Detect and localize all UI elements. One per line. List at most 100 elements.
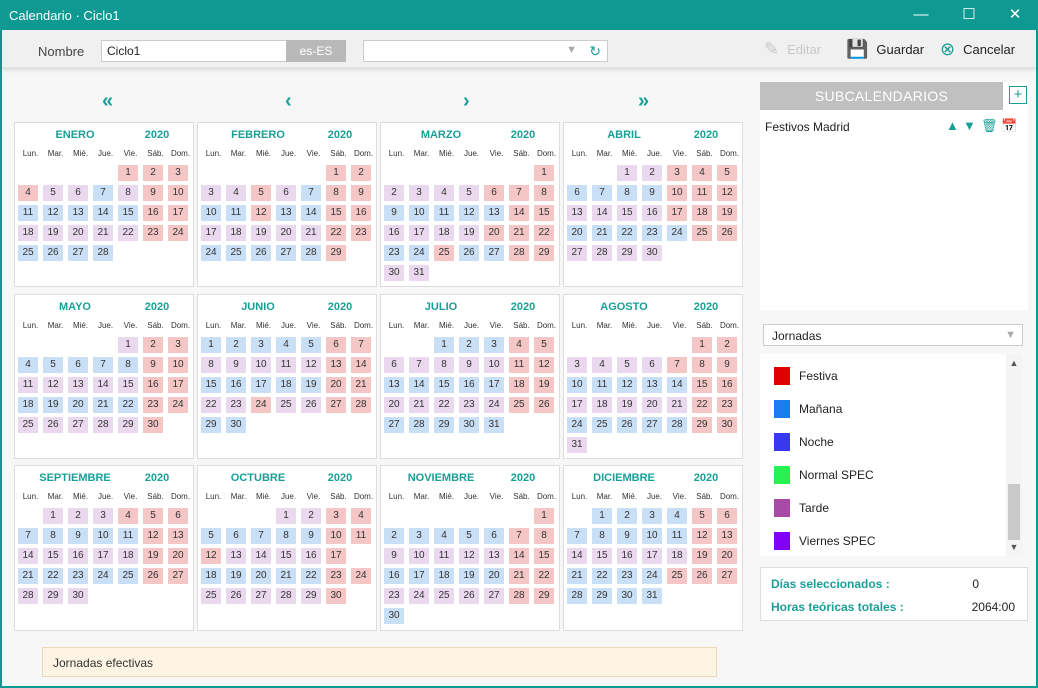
day-cell[interactable]: 4 <box>434 185 454 201</box>
day-cell[interactable]: 4 <box>118 508 138 524</box>
day-cell[interactable]: 12 <box>43 205 63 221</box>
day-cell[interactable]: 14 <box>251 548 271 564</box>
day-cell[interactable]: 17 <box>484 377 504 393</box>
cancelar-button[interactable]: ⊗ Cancelar <box>940 36 1015 62</box>
day-cell[interactable]: 15 <box>434 377 454 393</box>
scroll-up-icon[interactable]: ▲ <box>1006 358 1022 368</box>
day-cell[interactable]: 10 <box>201 205 221 221</box>
day-cell[interactable]: 17 <box>409 225 429 241</box>
day-cell[interactable]: 8 <box>118 185 138 201</box>
day-cell[interactable]: 12 <box>251 205 271 221</box>
day-cell[interactable]: 25 <box>434 588 454 604</box>
move-down-icon[interactable]: ▼ <box>963 118 976 133</box>
day-cell[interactable]: 13 <box>226 548 246 564</box>
day-cell[interactable]: 14 <box>18 548 38 564</box>
day-cell[interactable]: 12 <box>459 548 479 564</box>
jornada-item[interactable]: Festiva <box>774 366 838 386</box>
day-cell[interactable]: 24 <box>168 397 188 413</box>
day-cell[interactable]: 26 <box>534 397 554 413</box>
day-cell[interactable]: 3 <box>251 337 271 353</box>
day-cell[interactable]: 25 <box>434 245 454 261</box>
day-cell[interactable]: 5 <box>43 357 63 373</box>
day-cell[interactable]: 14 <box>567 548 587 564</box>
day-cell[interactable]: 20 <box>642 397 662 413</box>
day-cell[interactable]: 7 <box>93 357 113 373</box>
day-cell[interactable]: 9 <box>226 357 246 373</box>
day-cell[interactable]: 12 <box>717 185 737 201</box>
day-cell[interactable]: 5 <box>301 337 321 353</box>
day-cell[interactable]: 9 <box>717 357 737 373</box>
day-cell[interactable]: 27 <box>276 245 296 261</box>
day-cell[interactable]: 5 <box>692 508 712 524</box>
day-cell[interactable]: 23 <box>143 225 163 241</box>
day-cell[interactable]: 21 <box>301 225 321 241</box>
day-cell[interactable]: 30 <box>384 608 404 624</box>
day-cell[interactable]: 8 <box>534 185 554 201</box>
day-cell[interactable]: 27 <box>384 417 404 433</box>
day-cell[interactable]: 8 <box>692 357 712 373</box>
day-cell[interactable]: 19 <box>301 377 321 393</box>
day-cell[interactable]: 22 <box>118 225 138 241</box>
day-cell[interactable]: 29 <box>118 417 138 433</box>
day-cell[interactable]: 26 <box>301 397 321 413</box>
day-cell[interactable]: 17 <box>251 377 271 393</box>
day-cell[interactable]: 21 <box>18 568 38 584</box>
day-cell[interactable]: 5 <box>201 528 221 544</box>
day-cell[interactable]: 24 <box>642 568 662 584</box>
day-cell[interactable]: 25 <box>18 417 38 433</box>
day-cell[interactable]: 19 <box>43 225 63 241</box>
day-cell[interactable]: 26 <box>43 417 63 433</box>
day-cell[interactable]: 21 <box>93 397 113 413</box>
day-cell[interactable]: 9 <box>384 205 404 221</box>
day-cell[interactable]: 26 <box>143 568 163 584</box>
day-cell[interactable]: 19 <box>459 568 479 584</box>
day-cell[interactable]: 3 <box>93 508 113 524</box>
day-cell[interactable]: 30 <box>459 417 479 433</box>
day-cell[interactable]: 15 <box>326 205 346 221</box>
jornada-item[interactable]: Normal SPEC <box>774 465 874 485</box>
scroll-down-icon[interactable]: ▼ <box>1006 542 1022 552</box>
day-cell[interactable]: 19 <box>43 397 63 413</box>
day-cell[interactable]: 7 <box>509 185 529 201</box>
day-cell[interactable]: 29 <box>692 417 712 433</box>
day-cell[interactable]: 23 <box>459 397 479 413</box>
day-cell[interactable]: 9 <box>642 185 662 201</box>
day-cell[interactable]: 26 <box>617 417 637 433</box>
day-cell[interactable]: 1 <box>118 337 138 353</box>
day-cell[interactable]: 13 <box>484 548 504 564</box>
jornada-item[interactable]: Viernes SPEC <box>774 531 875 551</box>
day-cell[interactable]: 16 <box>143 205 163 221</box>
day-cell[interactable]: 12 <box>143 528 163 544</box>
first-year-button[interactable]: « <box>102 90 113 113</box>
day-cell[interactable]: 8 <box>434 357 454 373</box>
day-cell[interactable]: 4 <box>434 528 454 544</box>
day-cell[interactable]: 13 <box>717 528 737 544</box>
day-cell[interactable]: 9 <box>384 548 404 564</box>
day-cell[interactable]: 8 <box>201 357 221 373</box>
day-cell[interactable]: 8 <box>276 528 296 544</box>
day-cell[interactable]: 16 <box>384 568 404 584</box>
day-cell[interactable]: 16 <box>301 548 321 564</box>
day-cell[interactable]: 22 <box>534 225 554 241</box>
jornada-item[interactable]: Mañana <box>774 399 842 419</box>
day-cell[interactable]: 12 <box>201 548 221 564</box>
day-cell[interactable]: 24 <box>667 225 687 241</box>
day-cell[interactable]: 3 <box>201 185 221 201</box>
last-year-button[interactable]: » <box>638 90 649 113</box>
day-cell[interactable]: 26 <box>692 568 712 584</box>
day-cell[interactable]: 13 <box>326 357 346 373</box>
day-cell[interactable]: 31 <box>484 417 504 433</box>
day-cell[interactable]: 21 <box>93 225 113 241</box>
day-cell[interactable]: 28 <box>276 588 296 604</box>
day-cell[interactable]: 13 <box>68 205 88 221</box>
chevron-down-icon[interactable]: ▼ <box>566 44 577 56</box>
day-cell[interactable]: 30 <box>717 417 737 433</box>
day-cell[interactable]: 16 <box>617 548 637 564</box>
day-cell[interactable]: 10 <box>667 185 687 201</box>
day-cell[interactable]: 20 <box>484 225 504 241</box>
day-cell[interactable]: 3 <box>168 165 188 181</box>
day-cell[interactable]: 27 <box>642 417 662 433</box>
day-cell[interactable]: 9 <box>143 185 163 201</box>
day-cell[interactable]: 6 <box>642 357 662 373</box>
day-cell[interactable]: 15 <box>201 377 221 393</box>
